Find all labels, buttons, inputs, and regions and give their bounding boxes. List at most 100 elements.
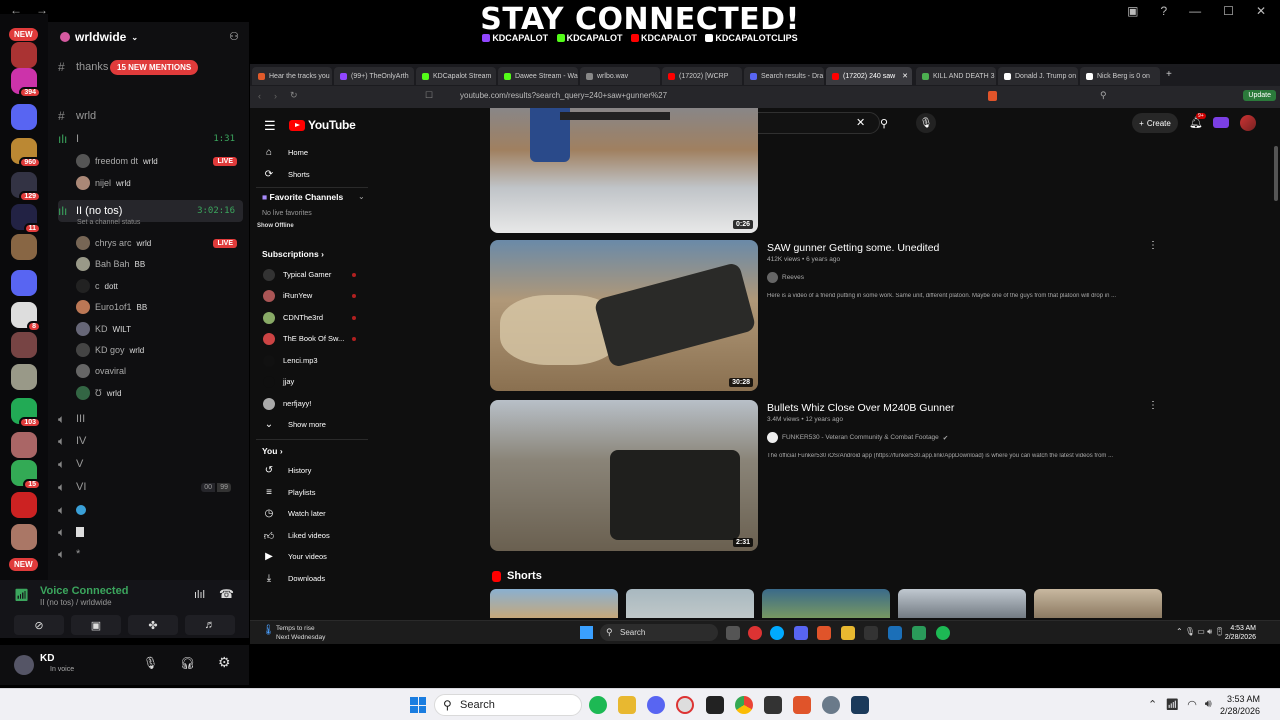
voice-user[interactable]: chrys arc wrld LIVE: [76, 233, 241, 253]
extension-icon[interactable]: [1213, 117, 1229, 128]
voice-channel-6[interactable]: 🔈︎ VI 00 99: [58, 477, 243, 497]
subscription-item[interactable]: jjay: [250, 371, 368, 392]
file-explorer-icon[interactable]: [841, 626, 855, 640]
brave-icon[interactable]: [817, 626, 831, 640]
channel-status[interactable]: Set a channel status: [77, 219, 140, 226]
video-channel[interactable]: Reeves: [767, 272, 804, 283]
spotify-icon[interactable]: [936, 626, 950, 640]
server-icon-9[interactable]: [11, 364, 37, 390]
voice-connected-label[interactable]: Voice Connected: [40, 585, 128, 597]
app-icon[interactable]: [748, 626, 762, 640]
maximize-button[interactable]: ☐: [1223, 4, 1234, 18]
app-icon[interactable]: [676, 696, 694, 714]
app-icon[interactable]: [912, 626, 926, 640]
browser-tab[interactable]: Donald J. Trump on: [998, 67, 1078, 85]
server-icon-8[interactable]: [11, 332, 37, 358]
user-avatar[interactable]: [14, 655, 34, 675]
more-options-icon[interactable]: ⋮: [1148, 240, 1158, 251]
sidebar-item-history[interactable]: ↺ History: [250, 460, 368, 481]
server-icon-2[interactable]: 394: [11, 68, 41, 98]
account-avatar[interactable]: [1240, 115, 1256, 131]
inbox-icon[interactable]: ▣: [1127, 4, 1138, 18]
voice-channel-1[interactable]: ılı I 1:31: [58, 129, 243, 149]
brave-icon[interactable]: [793, 696, 811, 714]
browser-tab[interactable]: Search results - Dra: [744, 67, 824, 85]
short-thumbnail[interactable]: [898, 589, 1026, 618]
server-folder-2[interactable]: [11, 270, 37, 296]
server-icon-1[interactable]: [11, 42, 37, 68]
subscription-item[interactable]: iRunYew: [250, 285, 368, 306]
sidebar-item-your-videos[interactable]: ▶ Your videos: [250, 546, 368, 567]
app-icon[interactable]: [764, 696, 782, 714]
voice-user[interactable]: Euro1of1 BB: [76, 297, 241, 317]
server-header[interactable]: wrldwide ⌄: [48, 26, 249, 48]
noise-suppression-icon[interactable]: ılıl: [194, 589, 205, 601]
start-icon[interactable]: [580, 626, 593, 639]
server-icon-13[interactable]: [11, 492, 37, 518]
video-result[interactable]: 30:28 SAW gunner Getting some. Unedited …: [490, 240, 1160, 391]
voice-channel-9[interactable]: 🔈︎ *: [58, 544, 243, 564]
help-icon[interactable]: ?: [1160, 4, 1167, 18]
close-button[interactable]: ✕: [1256, 4, 1266, 18]
sidebar-item-shorts[interactable]: ⟳ Shorts: [250, 164, 368, 185]
short-thumbnail[interactable]: [762, 589, 890, 618]
server-icon-6[interactable]: [11, 234, 37, 260]
add-member-icon[interactable]: ⚇: [229, 30, 239, 43]
sidebar-item-watch-later[interactable]: ◷ Watch later: [250, 503, 368, 524]
steam-icon[interactable]: [888, 626, 902, 640]
extensions-icon[interactable]: ⚲: [1100, 90, 1107, 101]
microphone-icon[interactable]: 🎙︎: [143, 656, 158, 670]
show-more-button[interactable]: ⌄ Show more: [250, 414, 368, 435]
server-folder-1[interactable]: [11, 104, 37, 130]
back-icon[interactable]: ‹: [258, 91, 261, 101]
video-result[interactable]: 0:26: [490, 108, 1160, 233]
settings-gear-icon[interactable]: ⚙: [218, 654, 231, 671]
subscription-item[interactable]: Typical Gamer: [250, 264, 368, 285]
short-thumbnail[interactable]: [1034, 589, 1162, 618]
new-mentions-pill[interactable]: 15 NEW MENTIONS: [110, 60, 199, 75]
server-icon-4[interactable]: 129: [11, 172, 41, 202]
video-channel[interactable]: FUNKER530 - Veteran Community & Combat F…: [767, 432, 948, 443]
new-unread-pill-top[interactable]: NEW: [9, 28, 38, 41]
server-icon-14[interactable]: [11, 524, 37, 550]
windows-start-icon[interactable]: [410, 697, 426, 713]
weather-widget[interactable]: 🌡︎ Temps to rise Next Wednesday: [262, 624, 325, 642]
server-icon-10[interactable]: 103: [11, 398, 41, 428]
server-icon-11[interactable]: [11, 432, 37, 458]
sidebar-item-playlists[interactable]: ≡ Playlists: [250, 482, 368, 503]
epic-games-icon[interactable]: [706, 696, 724, 714]
system-tray[interactable]: ⌃ 📶︎ ◠ 🔊︎: [1148, 698, 1212, 711]
inner-search-box[interactable]: ⚲ Search: [600, 624, 718, 641]
server-icon-12[interactable]: 15: [11, 460, 41, 490]
server-icon-5[interactable]: 11: [11, 204, 41, 234]
video-thumbnail[interactable]: 30:28: [490, 240, 758, 391]
discord-icon[interactable]: [647, 696, 665, 714]
subscriptions-heading[interactable]: Subscriptions ›: [262, 249, 324, 259]
taskbar-search-box[interactable]: ⚲ Search: [434, 694, 582, 716]
browser-tab[interactable]: wrlbo.wav: [580, 67, 660, 85]
voice-user[interactable]: Bah Bah BB: [76, 254, 241, 274]
voice-channel-5[interactable]: 🔈︎ V: [58, 454, 243, 474]
video-thumbnail[interactable]: 0:26: [490, 108, 758, 233]
brave-shield-icon[interactable]: [988, 91, 997, 101]
voice-user[interactable]: Ʊ wrld: [76, 383, 241, 403]
browser-tab[interactable]: Nick Berg is 0 on: [1080, 67, 1160, 85]
voice-channel-7[interactable]: 🔈︎: [58, 500, 243, 520]
url-field[interactable]: youtube.com/results?search_query=240+saw…: [460, 91, 667, 100]
channel-wrld[interactable]: # wrld: [58, 106, 243, 126]
favorite-channels-heading[interactable]: ■ Favorite Channels: [262, 192, 343, 202]
server-icon-7[interactable]: 8: [11, 302, 41, 332]
settings-icon[interactable]: [822, 696, 840, 714]
bookmark-icon[interactable]: ☐: [425, 90, 433, 101]
file-explorer-icon[interactable]: [618, 696, 636, 714]
minimize-button[interactable]: —: [1189, 4, 1201, 18]
app-icon[interactable]: [770, 626, 784, 640]
subscription-item[interactable]: Lenci.mp3: [250, 350, 368, 371]
voice-user[interactable]: c dott: [76, 276, 241, 296]
discord-icon[interactable]: [794, 626, 808, 640]
you-heading[interactable]: You ›: [262, 446, 283, 456]
voice-user[interactable]: ovaviral: [76, 361, 241, 381]
close-tab-icon[interactable]: ✕: [902, 72, 912, 80]
browser-tab-active[interactable]: (17202) 240 saw ✕: [826, 67, 912, 85]
youtube-logo[interactable]: YouTube: [289, 118, 356, 132]
